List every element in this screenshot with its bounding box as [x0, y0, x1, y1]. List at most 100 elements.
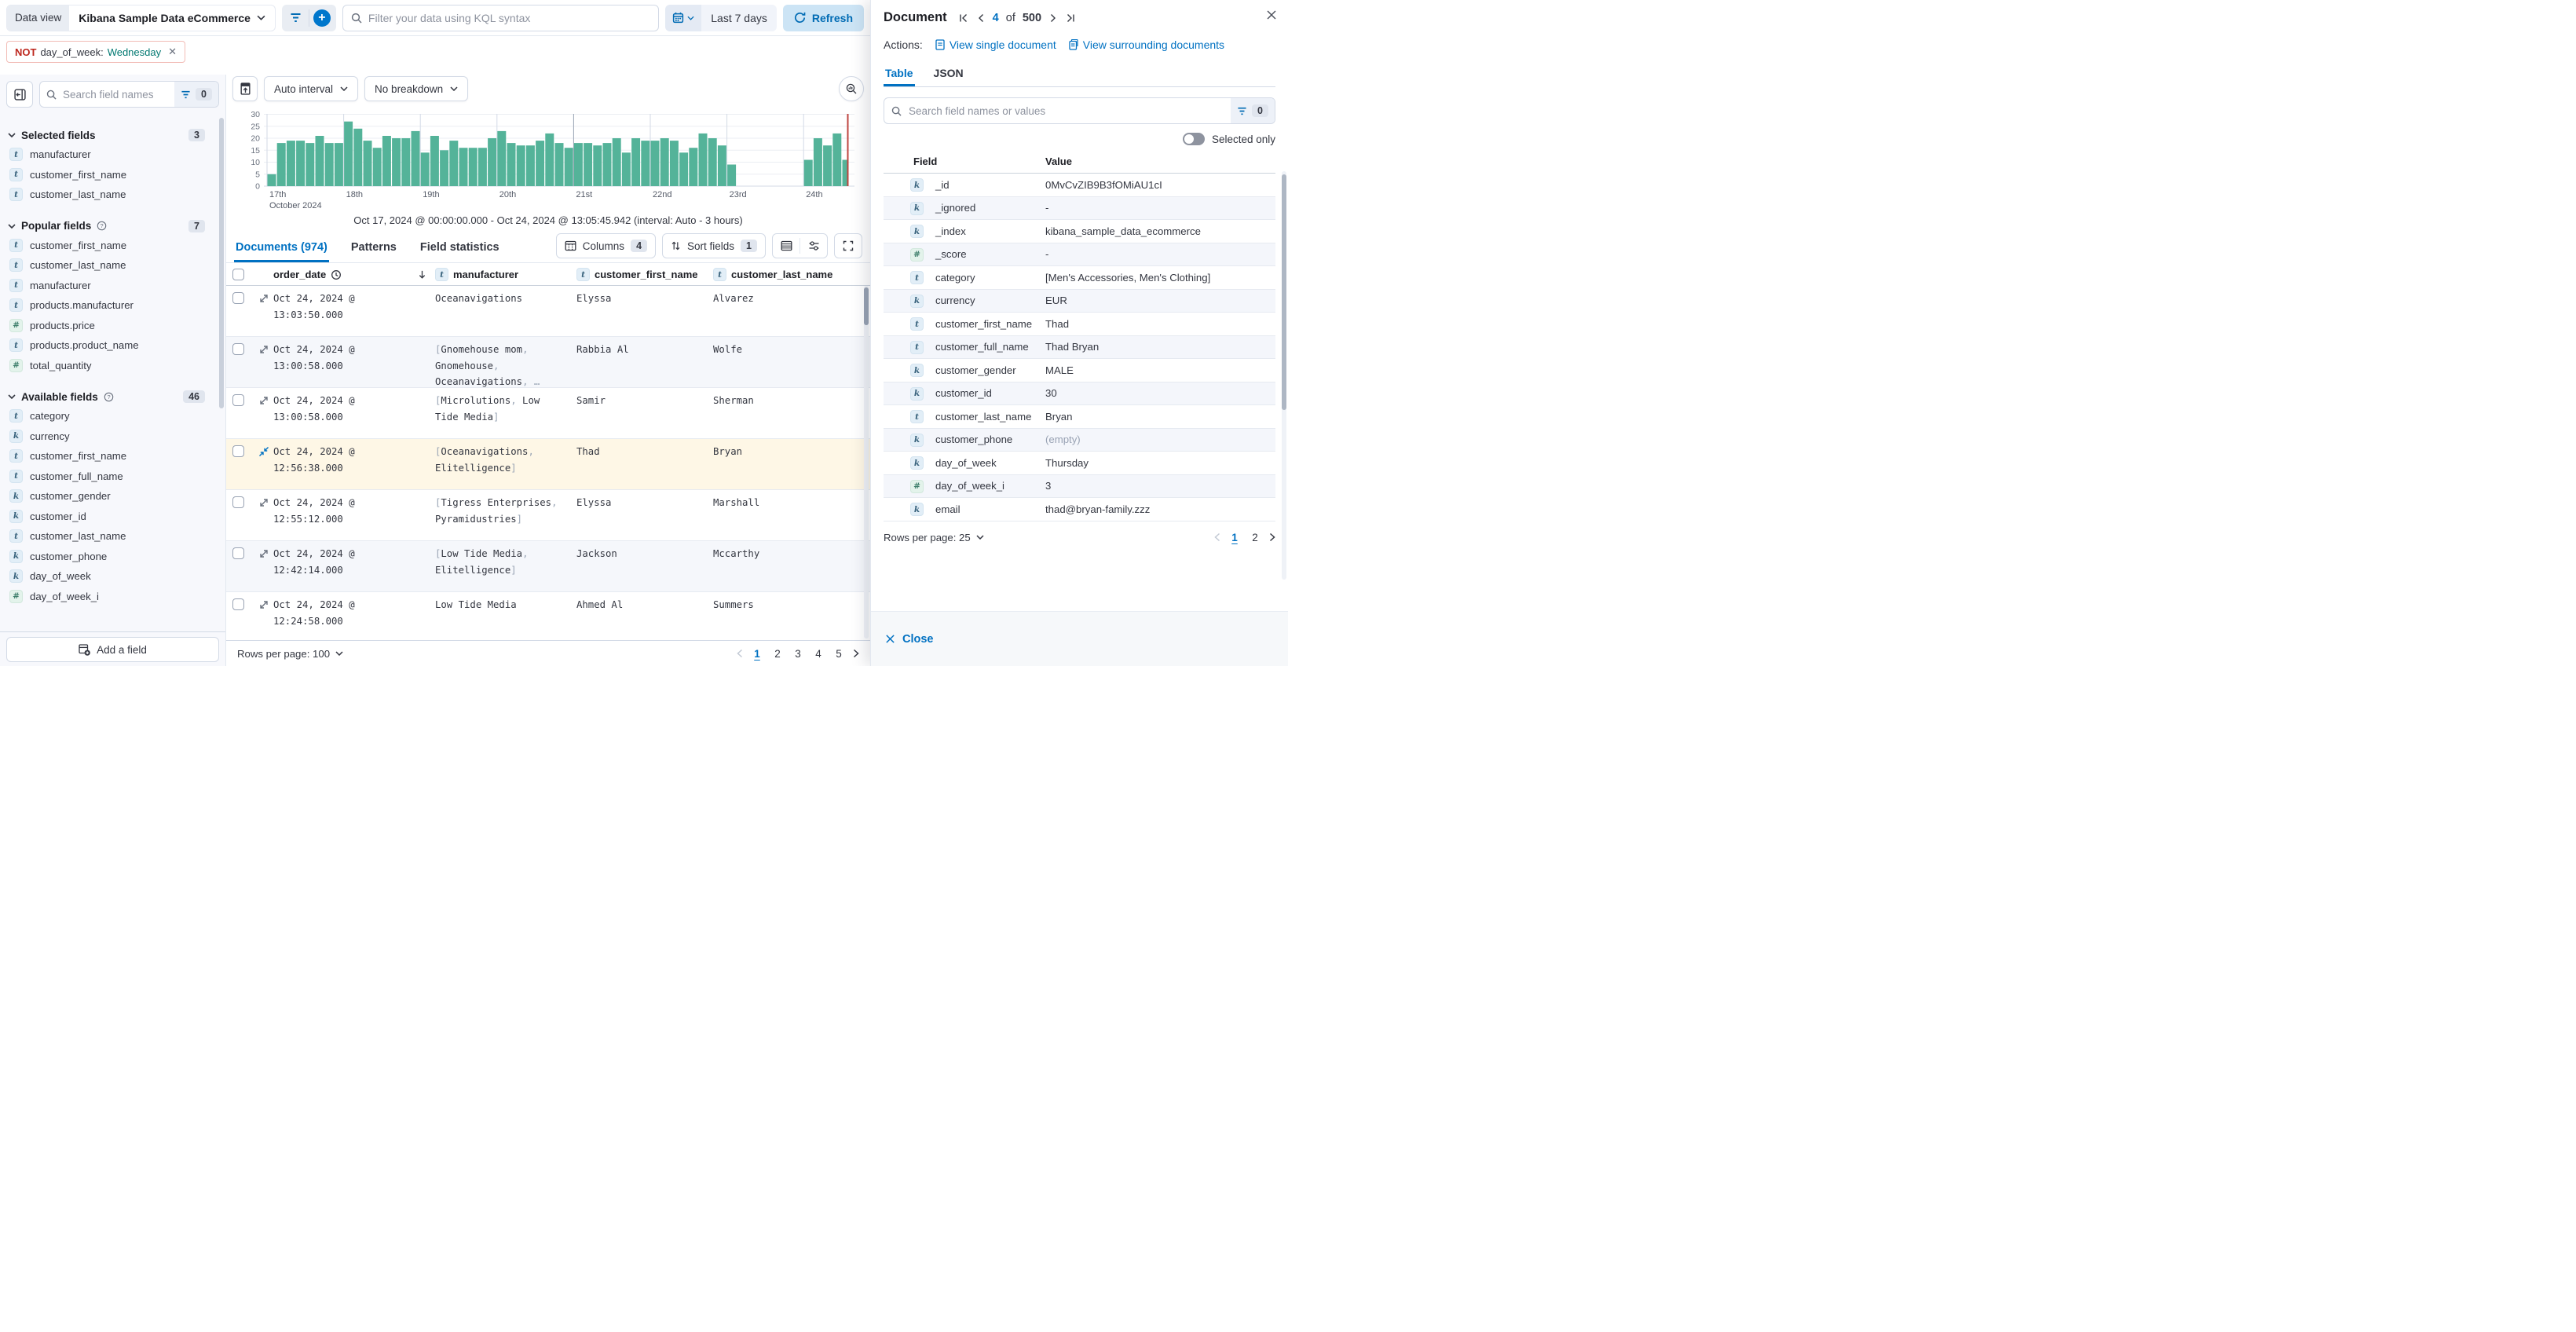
- row-expand-button[interactable]: [254, 592, 273, 610]
- doc-field-filter-button[interactable]: 0: [1231, 98, 1275, 123]
- field-item-products-price[interactable]: #products.price: [8, 316, 218, 336]
- refresh-button[interactable]: Refresh: [783, 5, 864, 31]
- field-item-customer-phone[interactable]: kcustomer_phone: [8, 547, 218, 567]
- expand-row-icon[interactable]: [258, 395, 269, 406]
- first-doc-icon[interactable]: [958, 13, 969, 24]
- field-item-customer-last-name[interactable]: tcustomer_last_name: [8, 526, 218, 547]
- histogram-chart[interactable]: 05101520253017th18th19th20th21st22nd23rd…: [232, 108, 864, 211]
- field-item-customer-id[interactable]: kcustomer_id: [8, 507, 218, 527]
- tab-json[interactable]: JSON: [932, 62, 965, 86]
- grid-settings-button[interactable]: [800, 234, 827, 258]
- column-header-order-date[interactable]: order_date: [273, 269, 435, 280]
- view-surrounding-documents-link[interactable]: View surrounding documents: [1069, 38, 1224, 51]
- interval-dropdown[interactable]: Auto interval: [264, 76, 358, 101]
- row-expand-button[interactable]: [254, 388, 273, 406]
- breakdown-dropdown[interactable]: No breakdown: [364, 76, 468, 101]
- sidebar-scrollbar[interactable]: [219, 118, 224, 408]
- section-header-available-fields[interactable]: Available fields?46: [8, 387, 218, 406]
- prev-page-icon[interactable]: [1214, 532, 1220, 542]
- row-expand-button[interactable]: [254, 337, 273, 355]
- row-checkbox[interactable]: [232, 496, 244, 508]
- tab-documents[interactable]: Documents (974): [234, 241, 329, 262]
- field-filter-button[interactable]: 0: [174, 82, 218, 107]
- grid-scrollbar-track[interactable]: [864, 286, 869, 639]
- doc-field-row-currency[interactable]: kcurrencyEUR: [884, 290, 1275, 313]
- page-1[interactable]: 1: [751, 648, 763, 660]
- page-2[interactable]: 2: [771, 648, 784, 660]
- field-item-products-manufacturer[interactable]: tproducts.manufacturer: [8, 295, 218, 316]
- field-item-currency[interactable]: kcurrency: [8, 426, 218, 447]
- selected-only-toggle[interactable]: [1183, 133, 1205, 145]
- expand-row-icon[interactable]: [258, 293, 269, 304]
- field-item-total-quantity[interactable]: #total_quantity: [8, 356, 218, 376]
- row-expand-button[interactable]: [254, 490, 273, 508]
- table-row[interactable]: Oct 24, 2024 @ 13:03:50.000Oceanavigatio…: [226, 286, 870, 337]
- field-item-manufacturer[interactable]: tmanufacturer: [8, 276, 218, 296]
- doc-field-row-category[interactable]: tcategory[Men's Accessories, Men's Cloth…: [884, 266, 1275, 290]
- table-row[interactable]: Oct 24, 2024 @ 13:00:58.000[Gnomehouse m…: [226, 337, 870, 388]
- section-header-selected-fields[interactable]: Selected fields3: [8, 126, 218, 145]
- data-view-value[interactable]: Kibana Sample Data eCommerce: [69, 12, 275, 24]
- column-header-customer-last-name[interactable]: t customer_last_name: [713, 268, 870, 281]
- table-row[interactable]: Oct 24, 2024 @ 13:00:58.000[Microlutions…: [226, 388, 870, 439]
- time-range-value[interactable]: Last 7 days: [701, 5, 777, 31]
- column-header-manufacturer[interactable]: t manufacturer: [435, 268, 576, 281]
- tab-table[interactable]: Table: [884, 62, 915, 86]
- table-row[interactable]: Oct 24, 2024 @ 12:24:58.000Low Tide Medi…: [226, 592, 870, 640]
- field-item-customer-full-name[interactable]: tcustomer_full_name: [8, 467, 218, 487]
- field-item-customer-last-name[interactable]: tcustomer_last_name: [8, 255, 218, 276]
- add-field-button[interactable]: Add a field: [6, 637, 219, 662]
- row-checkbox[interactable]: [232, 547, 244, 559]
- remove-filter-icon[interactable]: ✕: [168, 46, 177, 58]
- doc-field-row-ignored[interactable]: k_ignored-: [884, 197, 1275, 221]
- expand-row-icon[interactable]: [258, 497, 269, 508]
- doc-field-row-email[interactable]: kemailthad@bryan-family.zzz: [884, 498, 1275, 521]
- doc-field-row-day-of-week[interactable]: kday_of_weekThursday: [884, 452, 1275, 475]
- expand-row-icon[interactable]: [258, 599, 269, 610]
- next-doc-icon[interactable]: [1048, 13, 1058, 24]
- row-checkbox[interactable]: [232, 445, 244, 457]
- table-row[interactable]: Oct 24, 2024 @ 12:55:12.000[Tigress Ente…: [226, 490, 870, 541]
- field-item-customer-last-name[interactable]: tcustomer_last_name: [8, 185, 218, 205]
- row-expand-button[interactable]: [254, 286, 273, 304]
- tab-field-statistics[interactable]: Field statistics: [419, 241, 501, 262]
- doc-field-row-customer-last-name[interactable]: tcustomer_last_nameBryan: [884, 405, 1275, 429]
- flyout-close-icon[interactable]: [1266, 9, 1277, 20]
- row-checkbox[interactable]: [232, 343, 244, 355]
- field-item-day-of-week-i[interactable]: #day_of_week_i: [8, 587, 218, 607]
- page-1[interactable]: 1: [1228, 532, 1241, 543]
- data-view-picker[interactable]: Data view Kibana Sample Data eCommerce: [6, 5, 276, 31]
- select-all-checkbox[interactable]: [232, 269, 244, 280]
- fullscreen-button[interactable]: [835, 234, 862, 258]
- collapse-sidebar-button[interactable]: [6, 81, 33, 108]
- row-checkbox[interactable]: [232, 394, 244, 406]
- table-row[interactable]: Oct 24, 2024 @ 12:56:38.000[Oceanavigati…: [226, 439, 870, 490]
- row-checkbox[interactable]: [232, 292, 244, 304]
- collapse-row-icon[interactable]: [258, 446, 269, 457]
- field-item-manufacturer[interactable]: tmanufacturer: [8, 145, 218, 165]
- page-4[interactable]: 4: [812, 648, 825, 660]
- field-item-customer-gender[interactable]: kcustomer_gender: [8, 486, 218, 507]
- row-expand-button[interactable]: [254, 541, 273, 559]
- expand-row-icon[interactable]: [258, 344, 269, 355]
- page-2[interactable]: 2: [1249, 532, 1261, 543]
- doc-field-row-day-of-week-i[interactable]: #day_of_week_i3: [884, 475, 1275, 499]
- field-search-input[interactable]: Search field names 0: [39, 81, 219, 108]
- prev-doc-icon[interactable]: [976, 13, 986, 24]
- doc-scrollbar-thumb[interactable]: [1282, 174, 1286, 410]
- field-item-category[interactable]: tcategory: [8, 406, 218, 426]
- doc-field-row-id[interactable]: k_id0MvCvZIB9B3fOMiAU1cI: [884, 174, 1275, 197]
- table-row[interactable]: Oct 24, 2024 @ 12:42:14.000[Low Tide Med…: [226, 541, 870, 592]
- row-expand-button[interactable]: [254, 439, 273, 457]
- hide-chart-button[interactable]: [232, 76, 258, 101]
- doc-rows-per-page-dropdown[interactable]: Rows per page: 25: [884, 532, 984, 543]
- row-density-button[interactable]: [773, 234, 800, 258]
- row-checkbox[interactable]: [232, 598, 244, 610]
- field-item-customer-first-name[interactable]: tcustomer_first_name: [8, 236, 218, 256]
- page-5[interactable]: 5: [832, 648, 845, 660]
- field-item-customer-first-name[interactable]: tcustomer_first_name: [8, 446, 218, 467]
- column-header-customer-first-name[interactable]: t customer_first_name: [576, 268, 713, 281]
- field-item-products-product-name[interactable]: tproducts.product_name: [8, 335, 218, 356]
- kql-search-input[interactable]: Filter your data using KQL syntax: [342, 5, 659, 31]
- last-doc-icon[interactable]: [1065, 13, 1076, 24]
